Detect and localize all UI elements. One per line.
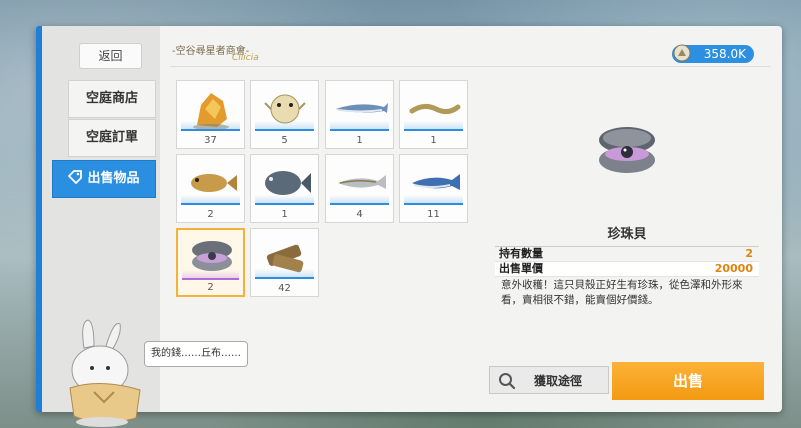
slot-shade (330, 121, 389, 129)
item-saury[interactable]: 1 (325, 80, 394, 149)
sell-button[interactable]: 出售 (612, 362, 764, 400)
slot-shade (182, 270, 239, 278)
divider (170, 66, 770, 67)
item-count: 37 (204, 135, 217, 146)
slot-shade (255, 269, 314, 277)
slot-bar (182, 278, 239, 280)
item-pufferfish[interactable]: 5 (250, 80, 319, 149)
item-golden-ore[interactable]: 37 (176, 80, 245, 149)
slot-bar (255, 277, 314, 279)
item-goby[interactable]: 2 (176, 154, 245, 223)
item-count: 4 (356, 209, 363, 220)
item-count: 2 (207, 209, 214, 220)
mascot-speech-bubble: 我的錢……丘布…… (144, 341, 248, 367)
item-wood-logs[interactable]: 42 (250, 228, 319, 297)
slot-bar (181, 203, 240, 205)
slot-bar (330, 129, 389, 131)
slot-bar (404, 203, 463, 205)
slot-shade (404, 195, 463, 203)
item-count: 1 (281, 209, 288, 220)
price-value: 20000 (714, 262, 753, 275)
back-button[interactable]: 返回 (79, 43, 142, 69)
item-info-panel: 珍珠貝 持有數量 2 出售單價 20000 (495, 224, 759, 277)
slot-bar (330, 203, 389, 205)
item-count: 1 (356, 135, 363, 146)
sidebar-item-sell-items[interactable]: 出售物品 (52, 160, 156, 198)
coin-bag-icon (673, 44, 691, 62)
owned-value: 2 (745, 247, 753, 260)
item-mackerel[interactable]: 11 (399, 154, 468, 223)
item-name: 珍珠貝 (495, 224, 759, 247)
item-eel[interactable]: 1 (399, 80, 468, 149)
sidebar-item-courtyard-orders[interactable]: 空庭訂單 (68, 119, 156, 157)
item-pearl-shell[interactable]: 2 (176, 228, 245, 297)
slot-shade (404, 121, 463, 129)
owned-row: 持有數量 2 (495, 247, 759, 262)
item-sardine[interactable]: 4 (325, 154, 394, 223)
magnifier-icon (499, 373, 516, 390)
slot-shade (181, 121, 240, 129)
slot-bar (404, 129, 463, 131)
slot-shade (181, 195, 240, 203)
item-count: 2 (207, 282, 214, 293)
pearl-shell-detail-icon (599, 127, 655, 173)
item-description: 意外收穫！這只貝殼正好生有珍珠，從色澤和外形來看，賣相很不錯，能賣個好價錢。 (501, 279, 743, 306)
item-count: 11 (427, 209, 440, 220)
item-count: 42 (278, 283, 291, 294)
item-count: 1 (430, 135, 437, 146)
slot-bar (255, 129, 314, 131)
item-rockfish[interactable]: 1 (250, 154, 319, 223)
slot-bar (181, 129, 240, 131)
signature-logo: Cilicia (232, 53, 259, 63)
slot-shade (255, 195, 314, 203)
tag-icon (68, 170, 83, 184)
sidebar-item-label: 出售物品 (87, 171, 140, 186)
item-count: 5 (281, 135, 288, 146)
slot-shade (255, 121, 314, 129)
owned-label: 持有數量 (499, 247, 543, 260)
sidebar-item-courtyard-shop[interactable]: 空庭商店 (68, 80, 156, 118)
rabbit-mascot-icon (69, 319, 141, 427)
slot-bar (255, 203, 314, 205)
slot-shade (330, 195, 389, 203)
price-row: 出售單價 20000 (495, 262, 759, 277)
price-label: 出售單價 (499, 262, 543, 275)
